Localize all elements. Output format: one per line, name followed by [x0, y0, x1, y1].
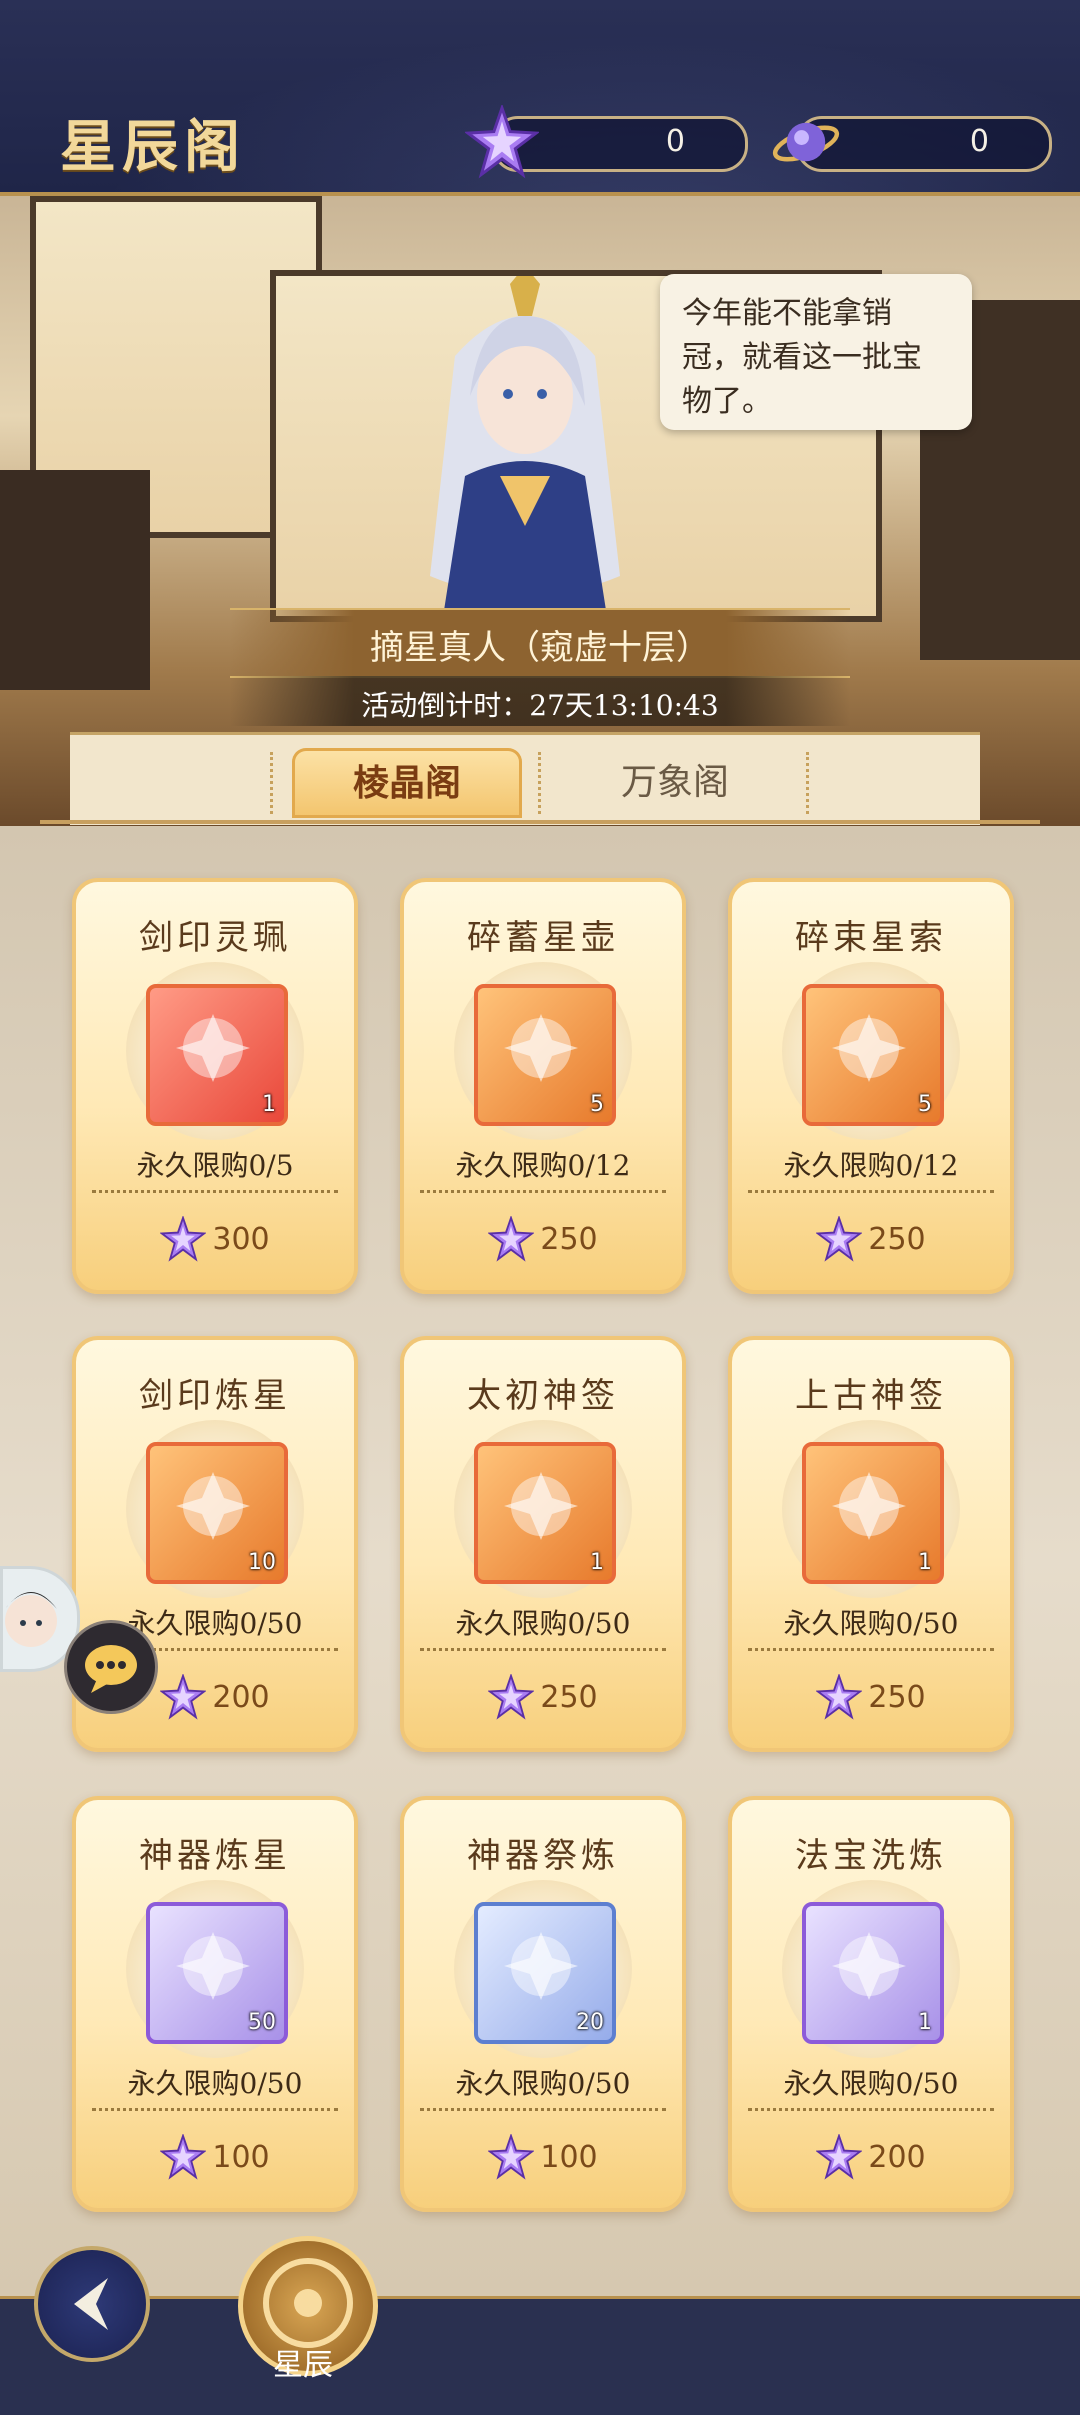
card-divider [420, 1190, 666, 1193]
item-quantity: 1 [918, 1550, 932, 1575]
bookshelf [0, 470, 150, 690]
shop-item-card[interactable]: 神器祭炼 20 永久限购0/50 100 [400, 1796, 686, 2212]
purple-star-icon [816, 2134, 863, 2180]
price-row: 250 [404, 1674, 682, 1722]
npc-name: 摘星真人（窥虚十层） [370, 628, 710, 668]
price-row: 100 [404, 2134, 682, 2182]
card-divider [748, 2108, 994, 2111]
orb-currency-value: 0 [969, 124, 989, 159]
tab-divider [270, 752, 273, 814]
price-row: 250 [404, 1216, 682, 1264]
shop-item-card[interactable]: 碎束星索 5 永久限购0/12 250 [728, 878, 1014, 1294]
item-price: 250 [540, 1679, 598, 1715]
purple-star-icon [160, 1216, 207, 1262]
item-price: 250 [868, 1221, 926, 1257]
tab-prism-pavilion[interactable]: 棱晶阁 [292, 748, 522, 818]
star-currency-display[interactable]: 0 [465, 105, 748, 179]
back-button[interactable] [34, 2246, 150, 2362]
purchase-limit: 永久限购0/50 [783, 1607, 959, 1640]
purple-star-icon [488, 1216, 535, 1262]
item-quantity: 1 [918, 2010, 932, 2035]
item-price: 100 [540, 2139, 598, 2175]
bottom-nav-bar [0, 2296, 1080, 2415]
back-arrow-icon [74, 2278, 108, 2330]
card-divider [92, 2108, 338, 2111]
card-divider [420, 1648, 666, 1651]
item-quantity: 10 [248, 1550, 276, 1575]
purchase-limit: 永久限购0/5 [136, 1149, 294, 1182]
card-divider [748, 1648, 994, 1651]
purchase-limit: 永久限购0/50 [127, 2067, 303, 2100]
purple-star-icon [160, 2134, 207, 2180]
purple-star-icon [488, 1674, 535, 1720]
tab-myriad-pavilion[interactable]: 万象阁 [560, 748, 790, 818]
purple-star-icon [160, 1674, 207, 1720]
event-countdown: 活动倒计时：27天13:10:43 [361, 689, 719, 722]
item-quantity: 1 [590, 1550, 604, 1575]
tab-divider [538, 752, 541, 814]
dialogue-text: 今年能不能拿销冠，就看这一批宝物了。 [682, 296, 922, 419]
shop-tab-bar [70, 732, 980, 825]
item-price: 250 [540, 1221, 598, 1257]
purple-star-icon [816, 1216, 863, 1262]
purchase-limit: 永久限购0/50 [783, 2067, 959, 2100]
shop-item-card[interactable]: 太初神签 1 永久限购0/50 250 [400, 1336, 686, 1752]
item-quantity: 50 [248, 2010, 276, 2035]
card-divider [92, 1190, 338, 1193]
shop-item-card[interactable]: 神器炼星 50 永久限购0/50 100 [72, 1796, 358, 2212]
star-currency-value: 0 [665, 124, 685, 159]
price-row: 300 [76, 1216, 354, 1264]
npc-character-portrait [430, 276, 620, 636]
item-quantity: 20 [576, 2010, 604, 2035]
planet-orb-icon [772, 122, 840, 162]
ornamental-divider [40, 820, 1040, 824]
item-quantity: 5 [590, 1092, 604, 1117]
orb-currency-display[interactable]: 0 [772, 116, 1052, 172]
card-divider [748, 1190, 994, 1193]
item-price: 200 [212, 1679, 270, 1715]
purple-star-icon [465, 105, 539, 179]
chat-button[interactable] [64, 1620, 158, 1714]
item-name: 剑印灵珮 [139, 918, 291, 958]
purchase-limit: 永久限购0/50 [455, 1607, 631, 1640]
item-name: 神器炼星 [139, 1836, 291, 1876]
star-pavilion-label: 星辰 [273, 2348, 333, 2383]
price-row: 200 [732, 2134, 1010, 2182]
item-price: 250 [868, 1679, 926, 1715]
purple-star-icon [488, 2134, 535, 2180]
card-divider [420, 2108, 666, 2111]
tab-divider [806, 752, 809, 814]
purchase-limit: 永久限购0/12 [455, 1149, 631, 1182]
item-price: 100 [212, 2139, 270, 2175]
price-row: 250 [732, 1674, 1010, 1722]
price-row: 250 [732, 1216, 1010, 1264]
item-price: 300 [212, 1221, 270, 1257]
item-name: 法宝洗炼 [795, 1836, 947, 1876]
page-title: 星辰阁 [60, 114, 246, 180]
item-quantity: 5 [918, 1092, 932, 1117]
purchase-limit: 永久限购0/12 [783, 1149, 959, 1182]
shop-item-card[interactable]: 碎蓄星壶 5 永久限购0/12 250 [400, 878, 686, 1294]
item-name: 太初神签 [467, 1376, 619, 1416]
chat-bubble-icon [85, 1645, 137, 1693]
purple-star-icon [816, 1674, 863, 1720]
shop-item-card[interactable]: 剑印灵珮 1 永久限购0/5 300 [72, 878, 358, 1294]
item-price: 200 [868, 2139, 926, 2175]
item-name: 碎束星索 [795, 918, 947, 958]
item-name: 上古神签 [795, 1376, 947, 1416]
item-name: 神器祭炼 [467, 1836, 619, 1876]
npc-dialogue-bubble: 今年能不能拿销冠，就看这一批宝物了。 [660, 274, 972, 430]
price-row: 100 [76, 2134, 354, 2182]
purchase-limit: 永久限购0/50 [455, 2067, 631, 2100]
shop-item-card[interactable]: 法宝洗炼 1 永久限购0/50 200 [728, 1796, 1014, 2212]
item-name: 剑印炼星 [139, 1376, 291, 1416]
shop-item-card[interactable]: 上古神签 1 永久限购0/50 250 [728, 1336, 1014, 1752]
item-quantity: 1 [262, 1092, 276, 1117]
item-name: 碎蓄星壶 [467, 918, 619, 958]
